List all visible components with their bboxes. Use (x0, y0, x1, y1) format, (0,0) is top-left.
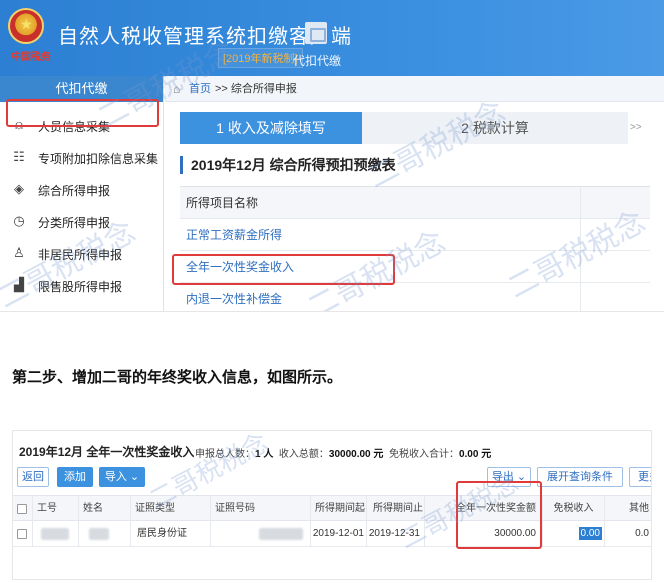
sidebar-item-label: 专项附加扣除信息采集 (38, 152, 159, 166)
clock-icon: ◷ (13, 213, 25, 228)
table-row[interactable]: 居民身份证 2019-12-01 2019-12-31 30000.00 0.0… (13, 521, 651, 547)
withholding-label[interactable]: 代扣代缴 (293, 52, 341, 69)
list-icon: ☷ (13, 149, 25, 164)
column-header: 工号 (33, 496, 79, 522)
employee-id-cell (33, 521, 79, 547)
app-banner: ★ 中国税务 自然人税收管理系统扣缴客户端 [2019年新税制] 代扣代缴 (0, 0, 664, 76)
highlight-box-bonus (172, 254, 395, 285)
column-header: 其他 (629, 503, 649, 514)
highlight-box-comprehensive (6, 99, 159, 127)
column-header: 姓名 (79, 496, 131, 522)
step-tabs: 1 收入及减除填写 2 税款计算 >> (180, 112, 650, 144)
summary-exempt: 0.00 元 (458, 449, 492, 460)
tab-more-icon[interactable]: >> (630, 112, 650, 144)
column-header: 所得期间止 (367, 496, 425, 522)
income-item-link[interactable]: 内退一次性补偿金 (186, 283, 282, 311)
step-caption: 第二步、增加二哥的年终奖收入信息，如图所示。 (12, 369, 343, 386)
id-number-cell (211, 521, 311, 547)
name-cell (79, 521, 131, 547)
sidebar-item-special-deductions[interactable]: ☷ 专项附加扣除信息采集 (0, 142, 164, 172)
id-type-cell: 居民身份证 (131, 521, 211, 547)
bonus-panel-screenshot: 2019年12月 全年一次性奖金收入 申报总人数：1 人 收入总额：30000.… (12, 430, 652, 580)
table-row[interactable]: 正常工资薪金所得 (180, 219, 650, 251)
sidebar-item-label: 限售股所得申报 (38, 280, 123, 294)
breadcrumb-home-link[interactable]: 首页 (189, 76, 211, 102)
home-icon[interactable]: ⌂ (173, 76, 180, 102)
tab-tax-calculation[interactable]: 2 税款计算 (362, 112, 628, 144)
client-screenshot: ★ 中国税务 自然人税收管理系统扣缴客户端 [2019年新税制] 代扣代缴 代扣… (0, 0, 664, 312)
exempt-income-value[interactable]: 0.00 (578, 527, 602, 540)
period-end-cell: 2019-12-31 (367, 521, 425, 547)
sidebar-item-label: 分类所得申报 (38, 216, 111, 230)
income-item-table: 所得项目名称 正常工资薪金所得 全年一次性奖金收入 内退一次性补偿金 (180, 186, 650, 311)
period-start-cell: 2019-12-01 (311, 521, 367, 547)
tax-emblem-icon: ★ (8, 8, 44, 44)
table-row[interactable]: 内退一次性补偿金 (180, 283, 650, 311)
layers-icon: ◈ (14, 181, 24, 196)
highlight-box-bonus-amount (456, 481, 542, 549)
form-title: 2019年12月 综合所得预扣预缴表 (180, 156, 396, 174)
back-button[interactable]: 返回 (17, 467, 49, 487)
column-header: 免税收入 (543, 496, 605, 522)
column-header: 所得期间起 (311, 496, 367, 522)
panel-title: 2019年12月 全年一次性奖金收入 (19, 445, 195, 459)
summary-income-label: 收入总额： (278, 449, 329, 460)
sidebar-item-classified[interactable]: ◷ 分类所得申报 (0, 206, 164, 236)
summary-people: 1 人 (255, 449, 274, 460)
income-item-link[interactable]: 正常工资薪金所得 (186, 219, 282, 251)
import-button[interactable]: 导入 ⌄ (99, 467, 145, 487)
column-header: 所得项目名称 (186, 196, 259, 210)
withholding-icon[interactable] (305, 22, 327, 44)
panel-summary: 申报总人数：1 人 收入总额：30000.00 元 免税收入合计：0.00 元 (195, 445, 491, 460)
breadcrumb: ⌂ 首页 >> 综合所得申报 (165, 76, 664, 102)
sidebar-item-restricted-stock[interactable]: ▟ 限售股所得申报 (0, 270, 164, 300)
table-header: 工号 姓名 证照类型 证照号码 所得期间起 所得期间止 全年一次性奖金额 免税收… (13, 495, 651, 522)
select-all-checkbox[interactable] (17, 504, 27, 514)
sidebar-item-label: 综合所得申报 (38, 184, 111, 198)
add-button[interactable]: 添加 (57, 467, 93, 487)
row-checkbox[interactable] (17, 529, 27, 539)
tab-income-deduction[interactable]: 1 收入及减除填写 (180, 112, 362, 144)
other-cell: 0.0 (635, 528, 649, 539)
summary-exempt-label: 免税收入合计： (388, 449, 459, 460)
version-badge: [2019年新税制] (218, 48, 303, 68)
table-header: 所得项目名称 (180, 187, 650, 219)
more-button[interactable]: 更多 (629, 467, 651, 487)
breadcrumb-current: >> 综合所得申报 (215, 83, 297, 95)
person-icon: ♙ (13, 245, 25, 260)
sidebar-item-nonresident[interactable]: ♙ 非居民所得申报 (0, 238, 164, 268)
bar-chart-icon: ▟ (14, 277, 24, 292)
summary-income: 30000.00 元 (328, 449, 384, 460)
sidebar-item-comprehensive[interactable]: ◈ 综合所得申报 (0, 174, 164, 204)
column-header: 证照号码 (211, 496, 311, 522)
exempt-income-cell[interactable]: 0.00 (543, 521, 605, 547)
sidebar-item-label: 非居民所得申报 (38, 248, 123, 262)
column-header: 证照类型 (131, 496, 211, 522)
summary-people-label: 申报总人数： (195, 449, 255, 460)
expand-filter-button[interactable]: 展开查询条件 (537, 467, 623, 487)
emblem-text: 中国税务 (11, 52, 51, 63)
